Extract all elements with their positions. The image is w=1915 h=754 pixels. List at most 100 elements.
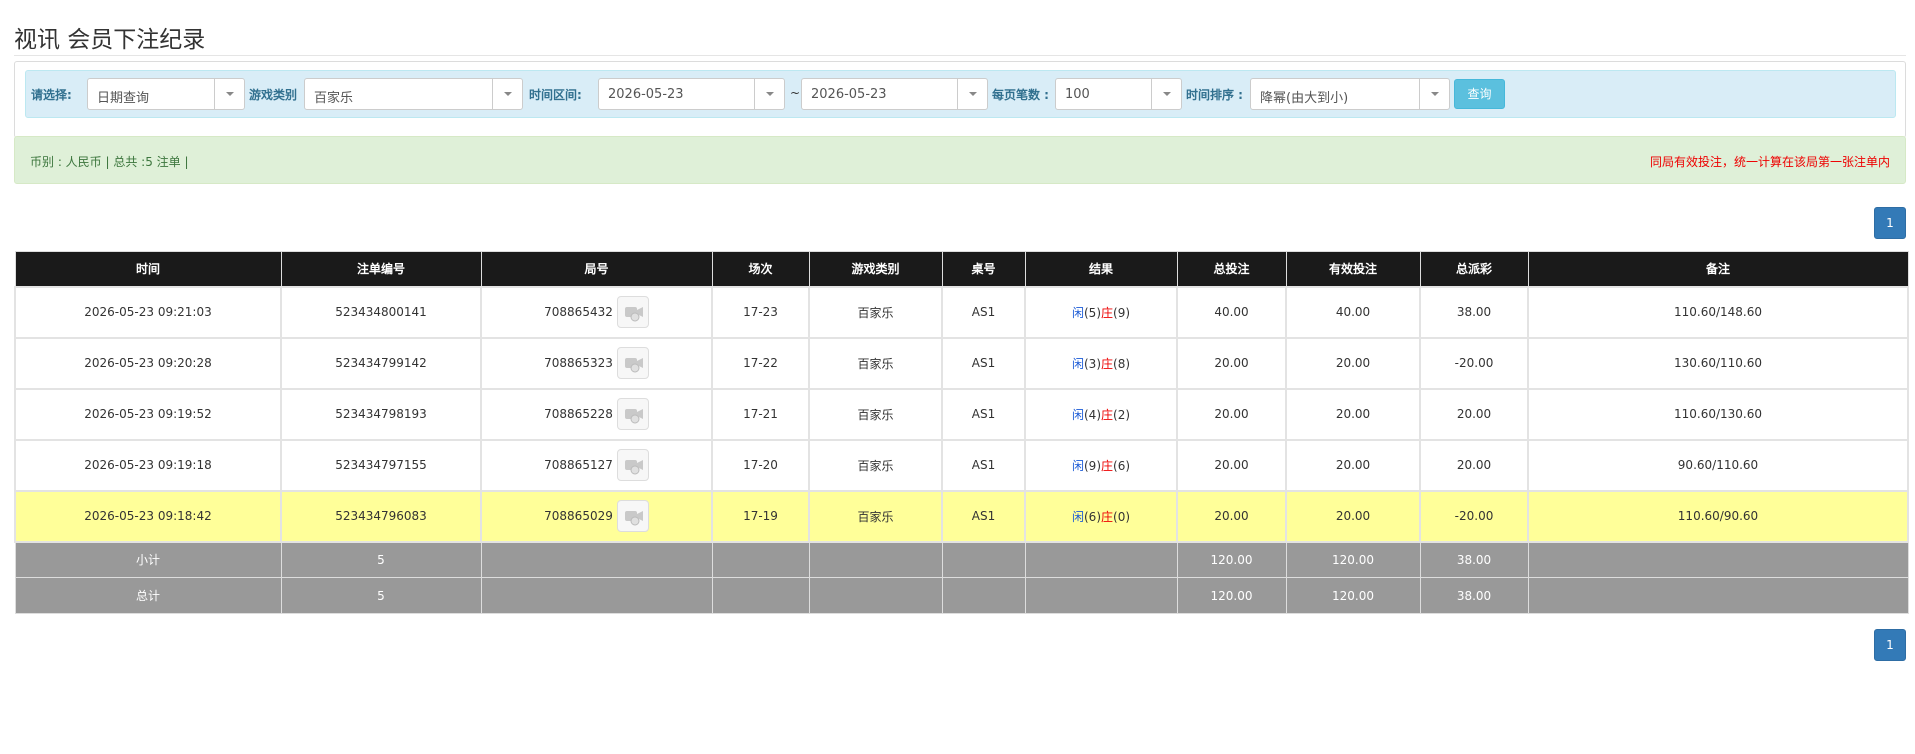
bet-records-table: 时间 注单编号 局号 场次 游戏类别 桌号 结果 总投注 有效投注 总派彩 备注…	[14, 251, 1909, 614]
table-row: 2026-05-23 09:19:52 523434798193 708865228…	[14, 387, 1909, 441]
result-player-label: 闲	[1071, 509, 1084, 524]
select-label: 请选择:	[31, 88, 72, 102]
cell-time: 2026-05-23 09:18:42	[14, 489, 282, 543]
cell-bet-id: 523434799142	[280, 336, 482, 390]
col-header-session: 场次	[711, 251, 810, 287]
cell-payout: 20.00	[1419, 387, 1529, 441]
query-type-select[interactable]: 日期查询	[87, 78, 245, 110]
cell-total-bet: 20.00	[1176, 336, 1287, 390]
pagination-page-top[interactable]: 1	[1874, 207, 1906, 239]
result-player-label: 闲	[1071, 407, 1084, 422]
cell-payout: -20.00	[1419, 489, 1529, 543]
cell-valid-bet: 20.00	[1285, 438, 1421, 492]
col-header-result: 结果	[1024, 251, 1178, 287]
cell-time: 2026-05-23 09:20:28	[14, 336, 282, 390]
round-number: 708865323	[544, 356, 613, 370]
per-page-label: 每页笔数 :	[992, 88, 1049, 102]
cell-payout: 20.00	[1419, 438, 1529, 492]
result-player-label: 闲	[1071, 356, 1084, 371]
cell-payout: -20.00	[1419, 336, 1529, 390]
chevron-down-icon[interactable]	[957, 79, 987, 109]
cell-session: 17-21	[711, 387, 810, 441]
time-range-label: 时间区间:	[529, 88, 582, 102]
round-number: 708865127	[544, 458, 613, 472]
cell-game: 百家乐	[808, 387, 943, 441]
cell-session: 17-23	[711, 285, 810, 339]
result-player-points: (5)	[1084, 305, 1101, 320]
table-row: 2026-05-23 09:21:03 523434800141 708865432…	[14, 285, 1909, 339]
cell-round: 708865228	[480, 387, 713, 441]
video-replay-icon[interactable]	[616, 500, 649, 532]
result-player-label: 闲	[1071, 458, 1084, 473]
col-header-payout: 总派彩	[1419, 251, 1529, 287]
total-row: 总计 5 120.00 120.00 38.00	[14, 577, 1909, 614]
cell-game: 百家乐	[808, 285, 943, 339]
result-player-points: (9)	[1084, 458, 1101, 473]
per-page-select[interactable]: 100	[1055, 78, 1182, 110]
video-replay-icon[interactable]	[616, 347, 649, 379]
chevron-down-icon[interactable]	[214, 79, 244, 109]
col-header-valid-bet: 有效投注	[1285, 251, 1421, 287]
summary-text: 币别 : 人民币 | 总共 :5 注单 |	[30, 155, 189, 169]
cell-valid-bet: 20.00	[1285, 387, 1421, 441]
total-total-bet: 120.00	[1176, 577, 1287, 614]
cell-session: 17-20	[711, 438, 810, 492]
result-banker-points: (6)	[1113, 458, 1131, 473]
cell-result: 闲(9)庄(6)	[1024, 438, 1178, 492]
result-banker-points: (9)	[1113, 305, 1131, 320]
date-from-select[interactable]: 2026-05-23	[598, 78, 785, 110]
col-header-note: 备注	[1527, 251, 1909, 287]
cell-round: 708865323	[480, 336, 713, 390]
cell-round: 708865127	[480, 438, 713, 492]
game-type-select[interactable]: 百家乐	[304, 78, 523, 110]
subtotal-label: 小计	[14, 541, 282, 578]
cell-table: AS1	[941, 285, 1026, 339]
pagination-page-bottom[interactable]: 1	[1874, 629, 1906, 661]
col-header-game: 游戏类别	[808, 251, 943, 287]
cell-note: 110.60/148.60	[1527, 285, 1909, 339]
chevron-down-icon[interactable]	[1419, 79, 1449, 109]
result-banker-label: 庄	[1101, 305, 1114, 320]
video-replay-icon[interactable]	[616, 398, 649, 430]
subtotal-total-bet: 120.00	[1176, 541, 1287, 578]
video-replay-icon[interactable]	[616, 449, 649, 481]
video-replay-icon[interactable]	[616, 296, 649, 328]
cell-game: 百家乐	[808, 489, 943, 543]
cell-session: 17-19	[711, 489, 810, 543]
cell-game: 百家乐	[808, 336, 943, 390]
result-banker-points: (2)	[1113, 407, 1131, 422]
chevron-down-icon[interactable]	[492, 79, 522, 109]
col-header-bet-id: 注单编号	[280, 251, 482, 287]
query-button[interactable]: 查询	[1454, 79, 1505, 109]
subtotal-valid-bet: 120.00	[1285, 541, 1421, 578]
page-title: 视讯 会员下注纪录	[14, 27, 206, 53]
cell-result: 闲(4)庄(2)	[1024, 387, 1178, 441]
cell-bet-id: 523434798193	[280, 387, 482, 441]
cell-total-bet: 20.00	[1176, 489, 1287, 543]
round-number: 708865228	[544, 407, 613, 421]
cell-table: AS1	[941, 438, 1026, 492]
cell-total-bet: 40.00	[1176, 285, 1287, 339]
result-banker-label: 庄	[1101, 458, 1114, 473]
sort-select[interactable]: 降幂(由大到小)	[1250, 78, 1450, 110]
date-to-select[interactable]: 2026-05-23	[801, 78, 988, 110]
sort-value: 降幂(由大到小)	[1260, 91, 1349, 106]
summary-bar: 币别 : 人民币 | 总共 :5 注单 | 同局有效投注，统一计算在该局第一张注…	[14, 136, 1906, 184]
table-header-row: 时间 注单编号 局号 场次 游戏类别 桌号 结果 总投注 有效投注 总派彩 备注	[14, 251, 1909, 287]
col-header-total-bet: 总投注	[1176, 251, 1287, 287]
cell-time: 2026-05-23 09:19:52	[14, 387, 282, 441]
subtotal-row: 小计 5 120.00 120.00 38.00	[14, 541, 1909, 578]
date-from-value: 2026-05-23	[608, 87, 684, 102]
game-type-label: 游戏类别	[249, 88, 298, 102]
col-header-round: 局号	[480, 251, 713, 287]
cell-note: 110.60/130.60	[1527, 387, 1909, 441]
result-banker-points: (8)	[1113, 356, 1131, 371]
cell-game: 百家乐	[808, 438, 943, 492]
cell-bet-id: 523434797155	[280, 438, 482, 492]
result-player-points: (6)	[1084, 509, 1101, 524]
chevron-down-icon[interactable]	[1151, 79, 1181, 109]
result-banker-label: 庄	[1101, 356, 1114, 371]
result-player-points: (4)	[1084, 407, 1101, 422]
result-player-points: (3)	[1084, 356, 1101, 371]
chevron-down-icon[interactable]	[754, 79, 784, 109]
